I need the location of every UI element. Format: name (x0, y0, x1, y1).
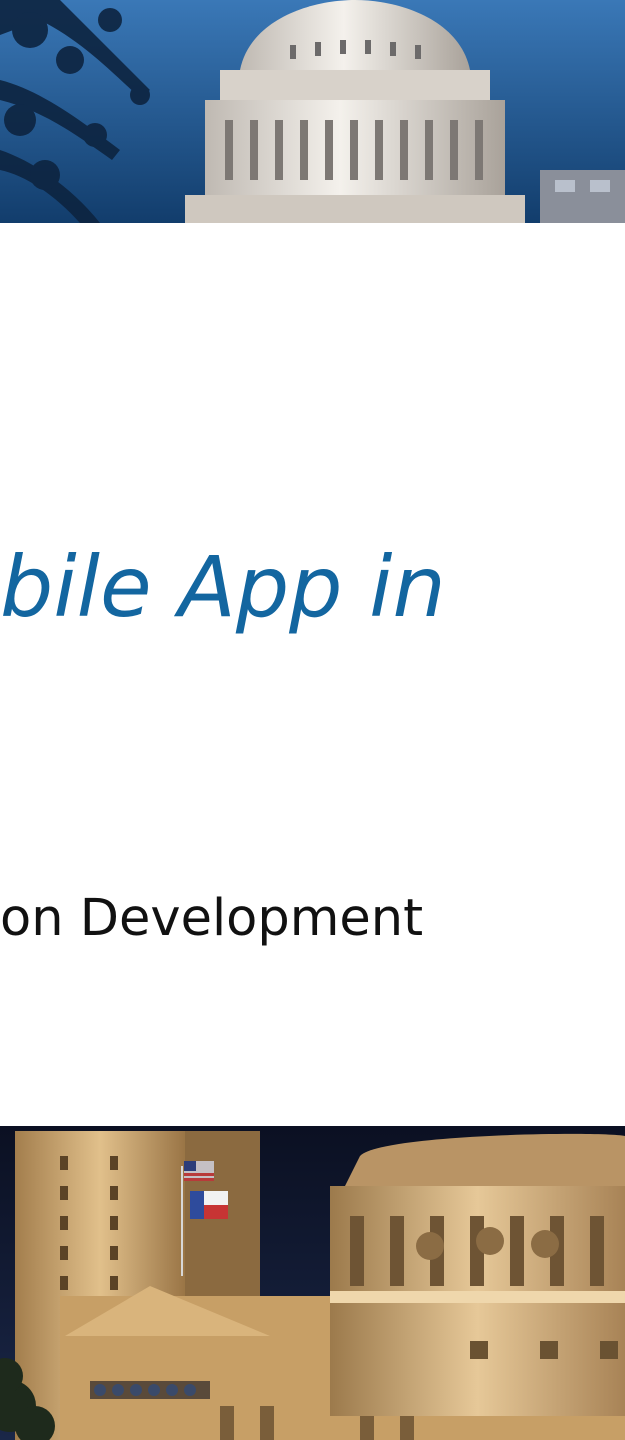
us-flag (184, 1161, 214, 1181)
capitol-dome-illustration (0, 0, 625, 223)
slide-page: bile App in on Development (0, 0, 625, 1440)
capitol-night-illustration (0, 1126, 625, 1440)
side-building (540, 170, 625, 223)
slide-subtitle: on Development (0, 889, 424, 948)
slide-title: bile App in (0, 538, 446, 636)
texas-flag (190, 1191, 228, 1219)
capitol-night-photo (0, 1126, 625, 1440)
capitol-dome-photo (0, 0, 625, 223)
capitol-dome-night (330, 1133, 625, 1416)
